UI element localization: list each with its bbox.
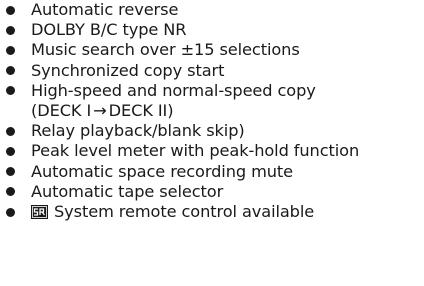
deck-two-label: DECK II): [108, 101, 174, 121]
list-item: High-speed and normal-speed copy (DECK I…: [0, 81, 424, 121]
list-item: Music search over ±15 selections: [0, 40, 424, 60]
feature-text: Automatic reverse: [31, 0, 179, 19]
bullet-icon: [6, 66, 15, 76]
bullet-icon: [6, 146, 15, 156]
bullet-icon: [6, 187, 15, 197]
list-item: Automatic space recording mute: [0, 162, 424, 182]
list-item: Automatic reverse: [0, 0, 424, 20]
feature-text: Automatic tape selector: [31, 181, 224, 201]
deck-one-label: (DECK I: [31, 101, 92, 121]
list-item: DOLBY B/C type NR: [0, 20, 424, 40]
feature-text-line-2: (DECK I → DECK II): [31, 101, 424, 121]
bullet-icon: [6, 207, 15, 217]
bullet-icon: [6, 126, 15, 136]
feature-text: DOLBY B/C type NR: [31, 20, 187, 40]
bullet-icon: [6, 25, 15, 35]
feature-text: Music search over ±15 selections: [31, 40, 300, 60]
sr-system-remote-icon: [31, 205, 48, 220]
bullet-icon: [6, 5, 15, 15]
feature-text: High-speed and normal-speed copy: [31, 80, 316, 100]
list-item: Peak level meter with peak-hold function: [0, 141, 424, 161]
feature-text: Relay playback/blank skip): [31, 121, 245, 141]
arrow-right-icon: →: [93, 101, 107, 121]
bullet-icon: [6, 45, 15, 55]
feature-text: Synchronized copy start: [31, 60, 225, 80]
list-item: Synchronized copy start: [0, 61, 424, 81]
list-item: System remote control available: [0, 202, 424, 222]
list-item: Automatic tape selector: [0, 182, 424, 202]
feature-text: System remote control available: [54, 202, 315, 222]
list-item: Relay playback/blank skip): [0, 121, 424, 141]
feature-text: Peak level meter with peak-hold function: [31, 141, 360, 161]
feature-list: Automatic reverse DOLBY B/C type NR Musi…: [0, 0, 424, 222]
bullet-icon: [6, 86, 15, 96]
bullet-icon: [6, 167, 15, 177]
feature-text: Automatic space recording mute: [31, 161, 294, 181]
